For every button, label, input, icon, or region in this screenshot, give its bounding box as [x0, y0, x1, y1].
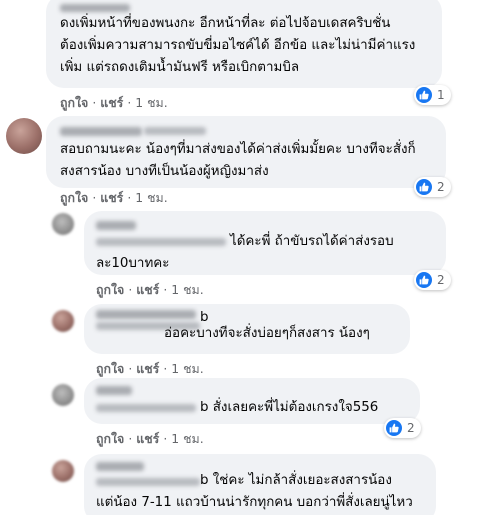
reaction-count: 2	[407, 421, 415, 435]
like-icon	[416, 179, 432, 195]
timestamp[interactable]: 1 ชม.	[135, 189, 167, 208]
avatar[interactable]	[6, 118, 42, 154]
comment-author-name[interactable]	[96, 386, 132, 395]
separator-dot: ·	[127, 190, 132, 205]
comment-text-line: ละ10บาทคะ	[96, 256, 170, 271]
author-label-blur	[96, 238, 226, 246]
like-link[interactable]: ถูกใจ	[96, 281, 124, 300]
comment-text-line: แต่น้อง 7-11 แถวบ้านน่ารักทุกคน บอกว่าพี…	[96, 495, 413, 510]
reaction-count-badge[interactable]: 1	[414, 85, 451, 105]
author-label-blur	[96, 404, 196, 412]
timestamp[interactable]: 1 ชม.	[171, 281, 203, 300]
separator-dot: ·	[92, 95, 97, 110]
separator-dot: ·	[128, 431, 133, 446]
comment-text-line: ดงเพิ่มหน้าที่ของพนงกะ อีกหน้าที่ละ ต่อไ…	[60, 16, 391, 31]
like-icon	[416, 87, 432, 103]
comment-actions: ถูกใจ · แชร์ · 1 ชม.	[96, 281, 204, 300]
comment-actions: ถูกใจ · แชร์ · 1 ชม.	[60, 189, 168, 208]
share-link[interactable]: แชร์	[100, 94, 123, 113]
reaction-count: 2	[437, 180, 445, 194]
comment-author-name[interactable]	[96, 462, 144, 471]
reaction-count-badge[interactable]: 2	[414, 177, 451, 197]
share-link[interactable]: แชร์	[136, 360, 159, 379]
comment-actions: ถูกใจ · แชร์ · 1 ชม.	[60, 94, 168, 113]
separator-dot: ·	[163, 282, 168, 297]
like-link[interactable]: ถูกใจ	[96, 360, 124, 379]
share-link[interactable]: แชร์	[136, 281, 159, 300]
separator-dot: ·	[163, 361, 168, 376]
separator-dot: ·	[127, 95, 132, 110]
author-label-blur	[144, 127, 206, 135]
comment-text-line: เพิ่ม แต่รถดงเติมน้ำมันฟรี หรือเบิกตามบิ…	[60, 60, 300, 75]
reaction-count: 1	[437, 88, 445, 102]
separator-dot: ·	[128, 361, 133, 376]
reaction-count-badge[interactable]: 2	[384, 418, 421, 438]
comment-text-line: ได้คะพี่ ถ้าขับรถได้ค่าส่งรอบ	[230, 234, 394, 249]
author-label-blur	[96, 478, 200, 486]
like-link[interactable]: ถูกใจ	[60, 94, 88, 113]
avatar[interactable]	[52, 213, 74, 235]
timestamp[interactable]: 1 ชม.	[171, 360, 203, 379]
avatar[interactable]	[52, 460, 74, 482]
like-icon	[416, 272, 432, 288]
comment-author-name[interactable]	[96, 221, 136, 230]
avatar[interactable]	[52, 384, 74, 406]
comment-text-line: b ใช่คะ ไม่กล้าสั่งเยอะสงสารน้อง	[200, 473, 392, 488]
comment-text-line: b สั่งเลยคะพี่ไม่ต้องเกรงใจ556	[200, 400, 379, 415]
separator-dot: ·	[128, 282, 133, 297]
comment-author-name[interactable]	[96, 310, 196, 319]
timestamp[interactable]: 1 ชม.	[135, 94, 167, 113]
comment-text-line: สงสารน้อง บางทีเป็นน้องผู้หญิงมาส่ง	[60, 164, 269, 179]
comment-author-name[interactable]	[60, 4, 130, 12]
reaction-count-badge[interactable]: 2	[414, 270, 451, 290]
comment-actions: ถูกใจ · แชร์ · 1 ชม.	[96, 430, 204, 449]
like-icon	[386, 420, 402, 436]
reaction-count: 2	[437, 273, 445, 287]
avatar[interactable]	[52, 310, 74, 332]
share-link[interactable]: แชร์	[100, 189, 123, 208]
separator-dot: ·	[163, 431, 168, 446]
like-link[interactable]: ถูกใจ	[96, 430, 124, 449]
comment-actions: ถูกใจ · แชร์ · 1 ชม.	[96, 360, 204, 379]
separator-dot: ·	[92, 190, 97, 205]
like-link[interactable]: ถูกใจ	[60, 189, 88, 208]
comment-text-line: สอบถามนะคะ น้องๆที่มาส่งของได้ค่าส่งเพิ่…	[60, 142, 416, 157]
comment-text-line: อ่อคะบางทีจะสั่งบ่อยๆก็สงสาร น้องๆ	[164, 326, 370, 341]
comment-author-name[interactable]	[60, 127, 142, 136]
share-link[interactable]: แชร์	[136, 430, 159, 449]
timestamp[interactable]: 1 ชม.	[171, 430, 203, 449]
comment-text-line: ต้องเพิ่มความสามารถขับขี่มอไซค์ได้ อีกข้…	[60, 38, 416, 53]
